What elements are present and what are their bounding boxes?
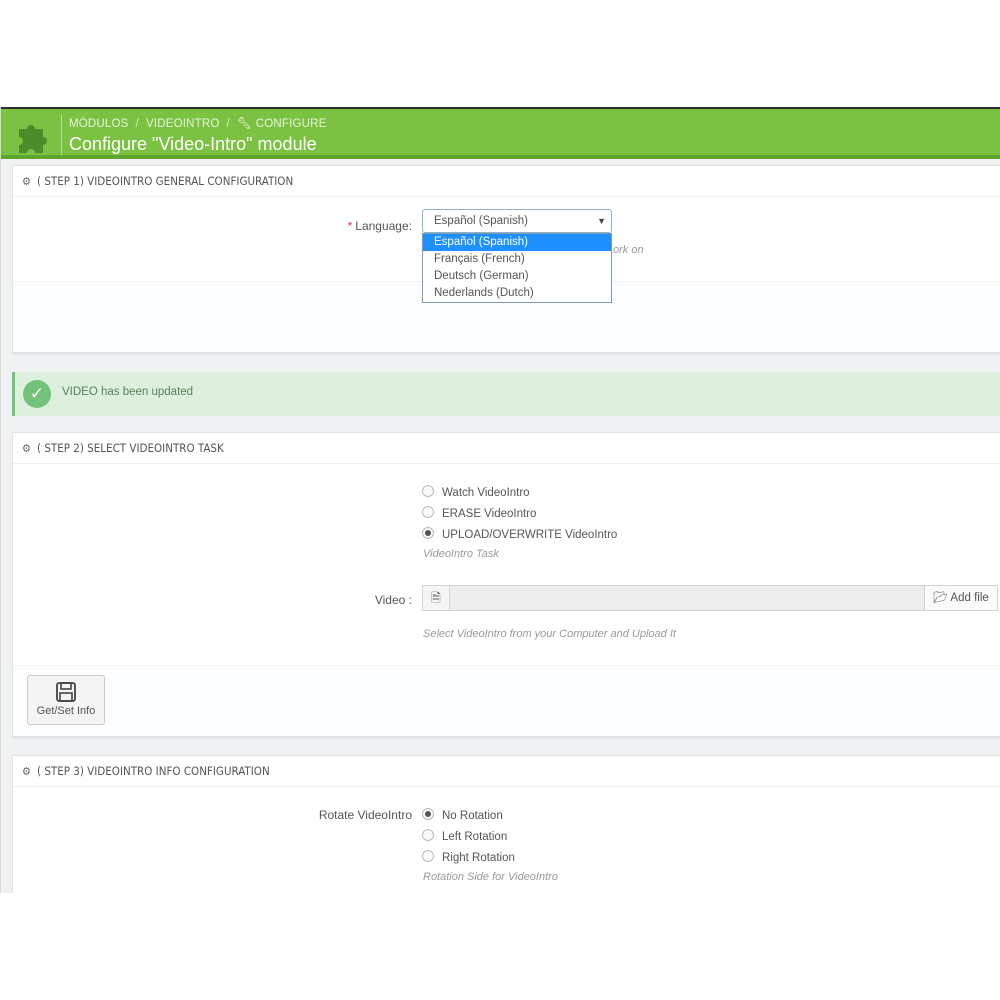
step2-heading: ⚙︎( STEP 2) SELECT VIDEOINTRO TASK — [13, 433, 1000, 464]
radio-circle[interactable] — [422, 485, 434, 497]
screenshot-frame: MÓDULOS / VIDEOINTRO / 🔧︎ CONFIGURE Configure… — [0, 107, 1000, 893]
language-option[interactable]: Français (French) — [423, 251, 611, 268]
language-option[interactable]: Deutsch (German) — [423, 268, 611, 285]
language-option[interactable]: Español (Spanish) — [423, 234, 611, 251]
add-file-button[interactable]: 📂︎ Add file — [924, 586, 997, 610]
step3-panel: ⚙︎( STEP 3) VIDEOINTRO INFO CONFIGURATIO… — [12, 755, 1000, 893]
chevron-down-icon: ▼ — [597, 216, 606, 226]
radio-circle[interactable] — [422, 506, 434, 518]
folder-open-icon: 📂︎ — [933, 592, 948, 604]
gears-icon: ⚙︎ — [22, 175, 31, 188]
step2-panel: ⚙︎( STEP 2) SELECT VIDEOINTRO TASK Watch… — [12, 432, 1000, 737]
video-label: Video : — [374, 593, 412, 607]
radio-circle[interactable] — [422, 829, 434, 841]
breadcrumb-modulos[interactable]: MÓDULOS — [69, 118, 129, 130]
rotation-left-radio[interactable]: Left Rotation — [422, 829, 507, 843]
video-file-input[interactable]: 🗎︎ 📂︎ Add file — [422, 585, 998, 611]
rotation-none-radio[interactable]: No Rotation — [422, 808, 503, 822]
language-option[interactable]: Nederlands (Dutch) — [423, 285, 611, 302]
save-icon — [56, 682, 76, 702]
task-help: VideoIntro Task — [423, 548, 499, 560]
radio-circle-selected[interactable] — [422, 808, 434, 820]
task-erase-radio[interactable]: ERASE VideoIntro — [422, 506, 536, 520]
breadcrumb: MÓDULOS / VIDEOINTRO / 🔧︎ CONFIGURE — [69, 118, 327, 130]
rotate-label: Rotate VideoIntro — [318, 808, 412, 822]
radio-circle[interactable] — [422, 850, 434, 862]
header-divider — [61, 115, 62, 155]
wrench-icon: 🔧︎ — [236, 118, 252, 130]
video-help: Select VideoIntro from your Computer and… — [423, 628, 676, 640]
gears-icon: ⚙︎ — [22, 765, 31, 778]
language-help: ork on — [613, 244, 644, 256]
rotation-right-radio[interactable]: Right Rotation — [422, 850, 515, 864]
page-title: Configure "Video-Intro" module — [69, 134, 317, 154]
file-icon: 🗎︎ — [423, 586, 450, 610]
page-header: MÓDULOS / VIDEOINTRO / 🔧︎ CONFIGURE Configure… — [1, 107, 1000, 159]
language-select[interactable]: Español (Spanish) ▼ — [422, 209, 612, 233]
step3-heading: ⚙︎( STEP 3) VIDEOINTRO INFO CONFIGURATIO… — [13, 756, 1000, 787]
get-set-info-button[interactable]: Get/Set Info — [27, 675, 105, 725]
task-watch-radio[interactable]: Watch VideoIntro — [422, 485, 530, 499]
step2-footer — [13, 665, 1000, 736]
radio-circle-selected[interactable] — [422, 527, 434, 539]
breadcrumb-configure[interactable]: CONFIGURE — [256, 118, 327, 130]
breadcrumb-videointro[interactable]: VIDEOINTRO — [146, 118, 220, 130]
rotate-help: Rotation Side for VideoIntro — [423, 871, 558, 883]
language-dropdown: Español (Spanish) Français (French) Deut… — [422, 233, 612, 303]
check-circle-icon: ✓ — [23, 380, 51, 408]
task-upload-radio[interactable]: UPLOAD/OVERWRITE VideoIntro — [422, 527, 617, 541]
step1-panel: ⚙︎( STEP 1) VIDEOINTRO GENERAL CONFIGURA… — [12, 165, 1000, 353]
step1-heading: ⚙︎( STEP 1) VIDEOINTRO GENERAL CONFIGURA… — [13, 166, 1000, 197]
alert-message: VIDEO has been updated — [62, 386, 194, 398]
language-label: * Language: — [347, 219, 412, 233]
gears-icon: ⚙︎ — [22, 442, 31, 455]
puzzle-piece-icon — [19, 125, 47, 153]
success-alert: ✓ VIDEO has been updated — [12, 372, 1000, 416]
